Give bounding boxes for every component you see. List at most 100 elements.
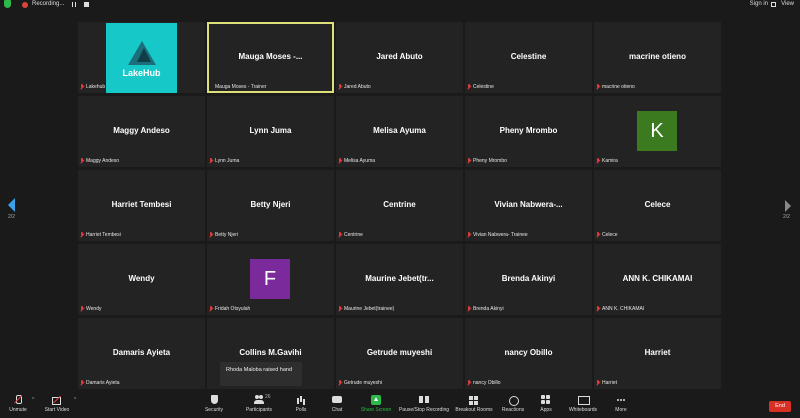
pause-recording-icon[interactable] <box>72 2 76 7</box>
previous-page-arrow-icon[interactable] <box>8 198 15 212</box>
mic-muted-icon <box>467 84 471 90</box>
participant-name: Harriet <box>644 348 671 357</box>
participant-tile[interactable]: Maurine Jebet(tr... Maurine Jebet(traine… <box>336 244 463 315</box>
mic-muted-icon <box>80 232 84 238</box>
share-screen-icon <box>371 395 381 405</box>
participant-tile-active-speaker[interactable]: Mauga Moses -... Mauga Moses - Trainer <box>207 22 334 93</box>
video-options-caret-icon[interactable]: ^ <box>74 397 76 403</box>
participant-name: Pheny Mrombo <box>499 126 558 135</box>
participant-label: Pheny Mrombo <box>467 157 507 165</box>
mic-muted-icon <box>338 380 342 386</box>
participant-name: Damaris Ayieta <box>112 348 171 357</box>
participant-tile[interactable]: Vivian Nabwera-... Vivian Nabwera- Train… <box>465 170 592 241</box>
participant-label: Harriet Tembesi <box>80 231 121 239</box>
participant-label: Harriet <box>596 379 617 387</box>
participant-name: Collins M.Gavihi <box>239 348 302 357</box>
sign-in-link[interactable]: Sign in <box>750 0 768 8</box>
participant-label: Centrine <box>338 231 363 239</box>
whiteboards-button[interactable]: Whiteboards <box>567 395 599 413</box>
participant-tile[interactable]: Wendy Wendy <box>78 244 205 315</box>
participant-label: Getrude muyeshi <box>338 379 382 387</box>
participant-label: Mauga Moses - Trainer <box>215 84 267 90</box>
whiteboard-icon <box>578 395 590 405</box>
mic-muted-icon <box>467 380 471 386</box>
participant-grid: LakeHub Lakehub Mauga Moses -... Mauga M… <box>78 22 724 392</box>
participant-tile[interactable]: nancy Obillo nancy Obillo <box>465 318 592 389</box>
mic-muted-icon <box>596 306 600 312</box>
participant-name: Wendy <box>128 274 155 283</box>
unmute-button[interactable]: Unmute <box>6 395 30 413</box>
participant-tile[interactable]: Jared Abuto Jared Abuto <box>336 22 463 93</box>
participant-tile[interactable]: Harriet Harriet <box>594 318 721 389</box>
participant-name: ANN K. CHIKAMAI <box>622 274 693 283</box>
chat-icon <box>332 395 342 405</box>
participant-tile-lakehub[interactable]: LakeHub Lakehub <box>78 22 205 93</box>
more-button[interactable]: More <box>613 395 629 413</box>
participant-label: Betty Njeri <box>209 231 238 239</box>
participant-label: Fridah Otsyulah <box>209 305 250 313</box>
audio-options-caret-icon[interactable]: ^ <box>32 397 34 403</box>
end-meeting-button[interactable]: End <box>769 401 791 412</box>
participant-tile[interactable]: Pheny Mrombo Pheny Mrombo <box>465 96 592 167</box>
participant-tile[interactable]: Getrude muyeshi Getrude muyeshi <box>336 318 463 389</box>
participant-tile[interactable]: Centrine Centrine <box>336 170 463 241</box>
participant-tile[interactable]: Betty Njeri Betty Njeri <box>207 170 334 241</box>
view-button[interactable]: View <box>781 0 794 8</box>
mic-muted-icon <box>596 158 600 164</box>
participant-tile[interactable]: macrine otieno macrine otieno <box>594 22 721 93</box>
pause-stop-recording-button[interactable]: Pause/Stop Recording <box>398 395 450 413</box>
next-page-arrow-icon[interactable] <box>785 200 791 212</box>
mic-muted-icon <box>338 232 342 238</box>
page-indicator-right: 2/2 <box>783 214 790 220</box>
participant-tile[interactable]: ANN K. CHIKAMAI ANN K. CHIKAMAI <box>594 244 721 315</box>
raised-hand-notification[interactable]: Rhoda Maloba raised hand <box>220 362 302 386</box>
participant-tile[interactable]: Brenda Akinyi Brenda Akinyi <box>465 244 592 315</box>
share-screen-button[interactable]: Share Screen <box>360 395 392 413</box>
apps-button[interactable]: Apps <box>538 395 554 413</box>
recording-icon <box>22 2 28 8</box>
mic-muted-icon <box>80 84 84 90</box>
participant-label: Brenda Akinyi <box>467 305 504 313</box>
shield-icon[interactable] <box>4 0 11 8</box>
participant-name: Vivian Nabwera-... <box>494 200 563 209</box>
mic-muted-icon <box>467 232 471 238</box>
participant-tile[interactable]: K Kamira <box>594 96 721 167</box>
mic-muted-icon <box>596 232 600 238</box>
participant-name: Maggy Andeso <box>113 126 170 135</box>
mic-muted-icon <box>209 232 213 238</box>
chat-button[interactable]: Chat <box>328 395 346 413</box>
mic-muted-icon <box>467 158 471 164</box>
participants-count: 26 <box>265 394 271 400</box>
participant-tile[interactable]: Maggy Andeso Maggy Andeso <box>78 96 205 167</box>
mic-muted-icon <box>80 158 84 164</box>
participant-label: macrine otieno <box>596 83 635 91</box>
view-grid-icon[interactable] <box>771 2 776 7</box>
participant-tile[interactable]: Melisa Ayuma Melisa Ayuma <box>336 96 463 167</box>
participant-tile[interactable]: F Fridah Otsyulah <box>207 244 334 315</box>
participant-tile[interactable]: Lynn Juma Lynn Juma <box>207 96 334 167</box>
polls-icon <box>296 395 306 405</box>
participant-tile[interactable]: Harriet Tembesi Harriet Tembesi <box>78 170 205 241</box>
participant-tile[interactable]: Celestine Celestine <box>465 22 592 93</box>
participant-tile[interactable]: Celece Celece <box>594 170 721 241</box>
security-button[interactable]: Security <box>200 395 228 413</box>
stop-recording-icon[interactable] <box>84 2 89 7</box>
participant-tile[interactable]: Damaris Ayieta Damaris Ayieta <box>78 318 205 389</box>
mic-muted-icon <box>338 84 342 90</box>
participant-label: Lynn Juma <box>209 157 239 165</box>
participant-label: Maurine Jebet(trainee) <box>338 305 394 313</box>
participant-name: Celestine <box>510 52 547 61</box>
participant-name: Maurine Jebet(tr... <box>365 274 434 283</box>
meeting-toolbar: Unmute ^ Start Video ^ Security Particip… <box>0 393 800 418</box>
more-dots-icon <box>616 395 626 405</box>
participant-name: Harriet Tembesi <box>111 200 172 209</box>
reactions-button[interactable]: Reactions <box>500 395 526 413</box>
start-video-button[interactable]: Start Video <box>42 395 72 413</box>
participant-label: Maggy Andeso <box>80 157 119 165</box>
participant-label: Wendy <box>80 305 101 313</box>
participant-name: Getrude muyeshi <box>366 348 433 357</box>
participant-label: Lakehub <box>80 83 105 91</box>
participant-label: ANN K. CHIKAMAI <box>596 305 644 313</box>
breakout-rooms-button[interactable]: Breakout Rooms <box>455 395 493 413</box>
polls-button[interactable]: Polls <box>292 395 310 413</box>
